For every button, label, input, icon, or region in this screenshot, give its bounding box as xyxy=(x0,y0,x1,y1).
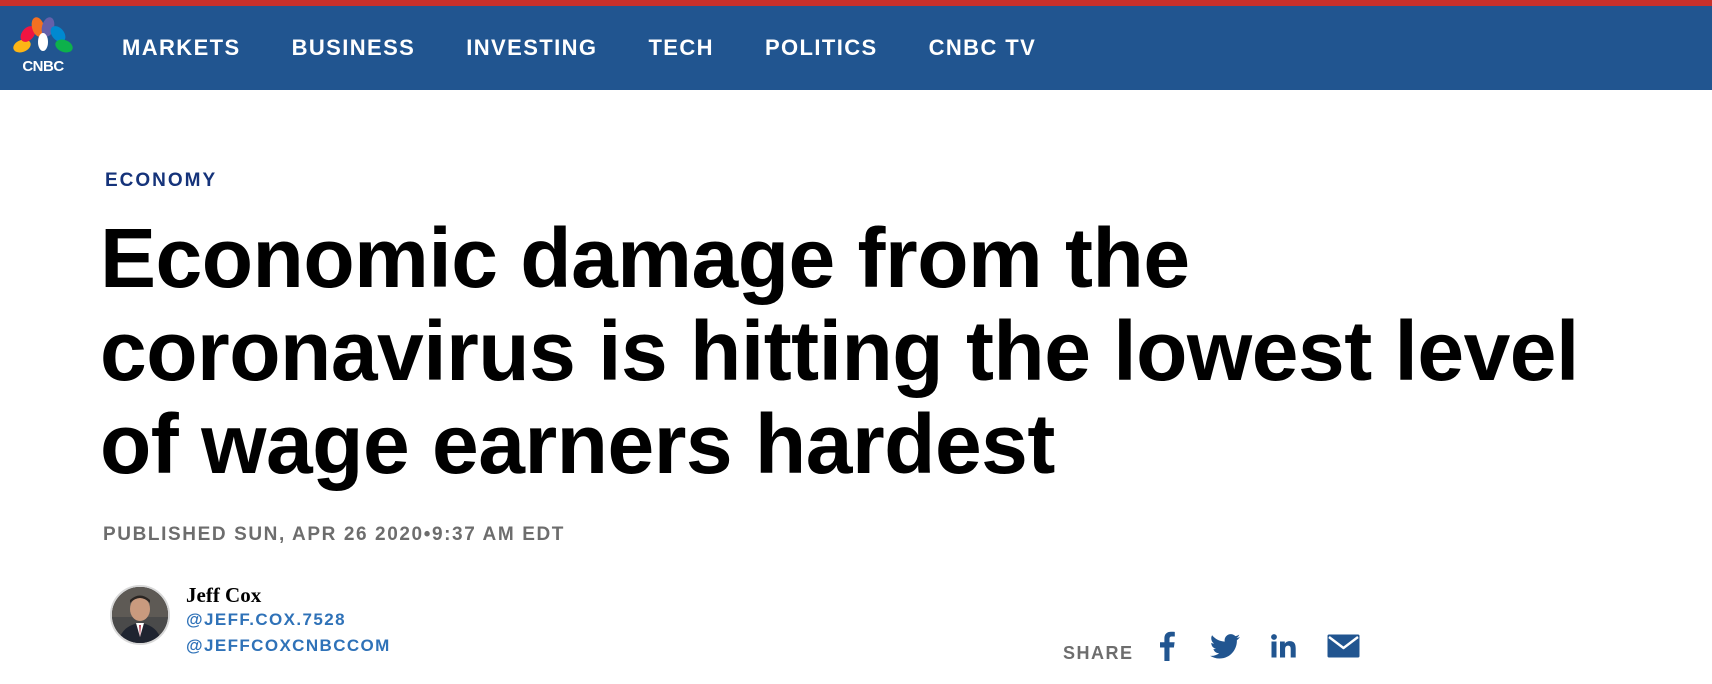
author-photo-icon xyxy=(112,587,168,643)
facebook-icon[interactable] xyxy=(1155,630,1179,662)
email-icon[interactable] xyxy=(1326,630,1360,662)
headline-line: coronavirus is hitting the lowest level xyxy=(100,304,1579,398)
headline-line: Economic damage from the xyxy=(100,211,1190,305)
cnbc-logo[interactable]: CNBC xyxy=(6,16,80,78)
nav-item-business[interactable]: BUSINESS xyxy=(292,35,416,61)
linkedin-icon[interactable] xyxy=(1268,630,1300,662)
published-timestamp: PUBLISHED SUN, APR 26 2020•9:37 AM EDT xyxy=(103,524,565,545)
author-twitter-handle[interactable]: @JEFFCOXCNBCCOM xyxy=(186,636,391,656)
author-avatar[interactable] xyxy=(110,585,170,645)
nav-item-markets[interactable]: MARKETS xyxy=(122,35,241,61)
site-header: CNBC MARKETS BUSINESS INVESTING TECH POL… xyxy=(0,6,1712,90)
author-name[interactable]: Jeff Cox xyxy=(186,583,261,608)
nav-item-politics[interactable]: POLITICS xyxy=(765,35,878,61)
headline-line: of wage earners hardest xyxy=(100,397,1055,491)
nav-item-investing[interactable]: INVESTING xyxy=(466,35,597,61)
twitter-icon[interactable] xyxy=(1209,630,1241,662)
section-link-economy[interactable]: ECONOMY xyxy=(105,170,217,192)
author-facebook-handle[interactable]: @JEFF.COX.7528 xyxy=(186,610,346,630)
nav-item-cnbc-tv[interactable]: CNBC TV xyxy=(929,35,1037,61)
nav-item-tech[interactable]: TECH xyxy=(648,35,714,61)
logo-wordmark: CNBC xyxy=(22,58,64,75)
main-nav: MARKETS BUSINESS INVESTING TECH POLITICS… xyxy=(122,6,1087,90)
peacock-icon xyxy=(13,17,73,53)
article-headline: Economic damage from the coronavirus is … xyxy=(100,212,1690,491)
share-label: SHARE xyxy=(1063,643,1134,663)
